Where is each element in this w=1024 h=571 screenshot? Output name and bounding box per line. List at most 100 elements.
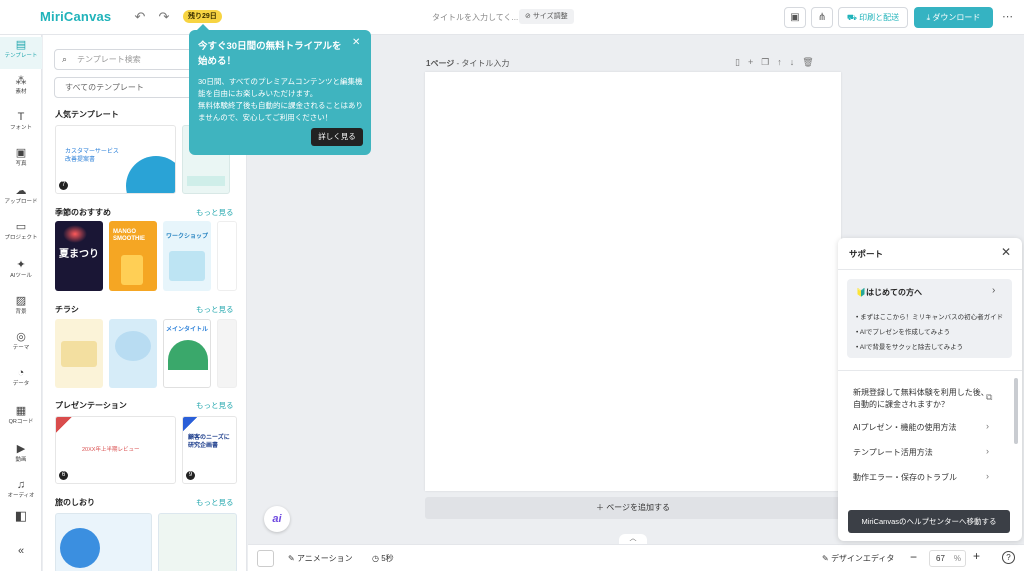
rail-item-audio[interactable]: ♫ オーディオ bbox=[0, 477, 42, 509]
design-page[interactable] bbox=[425, 72, 841, 491]
add-page-icon[interactable]: + bbox=[748, 57, 761, 67]
learn-more-button[interactable]: 詳しく見る bbox=[311, 128, 363, 146]
thumb-shape bbox=[60, 528, 100, 568]
chevron-right-icon: › bbox=[986, 446, 989, 456]
template-thumb[interactable] bbox=[55, 513, 152, 571]
template-thumb[interactable]: 顧客のニーズに 研究企画書 9 bbox=[182, 416, 237, 484]
template-thumb[interactable]: カスタマーサービス 改善提案書 7 bbox=[55, 125, 176, 194]
support-scrollbar[interactable] bbox=[1014, 378, 1018, 444]
template-thumb[interactable] bbox=[158, 513, 237, 571]
move-up-icon[interactable]: ↑ bbox=[777, 57, 790, 67]
close-icon[interactable]: ✕ bbox=[1001, 245, 1011, 259]
thumb-text: 夏まつり bbox=[59, 249, 99, 260]
save-icon: ▣ bbox=[790, 12, 800, 23]
template-thumb[interactable]: ワークショップ bbox=[163, 221, 211, 291]
zoom-in-icon[interactable]: + bbox=[973, 549, 980, 563]
rail-item-template[interactable]: ▤ テンプレート bbox=[0, 37, 42, 69]
move-down-icon[interactable]: ↓ bbox=[790, 57, 803, 67]
add-page-button[interactable]: ＋ ページを追加する bbox=[425, 497, 841, 519]
miricanvas-logo[interactable]: MiriCanvas bbox=[40, 9, 111, 24]
rail-item-background[interactable]: ▨ 背景 bbox=[0, 293, 42, 325]
template-icon: ▤ bbox=[15, 39, 27, 51]
save-status-button[interactable]: ▣ bbox=[784, 7, 806, 28]
title-input[interactable]: タイトルを入力してく... bbox=[432, 12, 518, 23]
thumb-text: MANGO SMOOTHIE bbox=[113, 229, 146, 242]
zoom-input[interactable]: 67% bbox=[929, 550, 966, 567]
resize-button[interactable]: ⊘ サイズ調整 bbox=[519, 9, 574, 24]
section-title-popular: 人気テンプレート bbox=[55, 110, 119, 119]
more-link-presentation[interactable]: もっと見る bbox=[196, 400, 234, 411]
undo-icon[interactable]: ↶ bbox=[132, 9, 148, 25]
rail-label: 素材 bbox=[15, 89, 27, 95]
book-icon: ◧ bbox=[14, 508, 28, 523]
section-title-presentation: プレゼンテーション bbox=[55, 401, 127, 410]
animation-button[interactable]: ✎ アニメーション bbox=[288, 553, 353, 564]
more-link-flyer[interactable]: もっと見る bbox=[196, 304, 234, 315]
rail-item-font[interactable]: T フォント bbox=[0, 109, 42, 141]
divider bbox=[838, 370, 1022, 371]
guide-bullet[interactable]: • まずはここから！ミリキャンバスの初心者ガイド bbox=[856, 311, 1003, 321]
download-button[interactable]: ⤓ ダウンロード bbox=[914, 7, 993, 28]
faq-item[interactable]: 新規登録して無料体験を利用した後、自動的に課金されますか？ bbox=[853, 387, 993, 411]
tooltip-body: 30日間、すべてのプレミアムコンテンツと編集機能を自由にお楽しみいただけます。 … bbox=[198, 77, 363, 122]
faq-item[interactable]: 動作エラー・保存のトラブル bbox=[853, 472, 993, 484]
template-thumb[interactable] bbox=[217, 319, 237, 388]
page-select-checkbox[interactable] bbox=[257, 550, 274, 567]
rail-item-elements[interactable]: ⁂ 素材 bbox=[0, 73, 42, 105]
rail-item-ai-tools[interactable]: ✦ AIツール bbox=[0, 257, 42, 289]
print-delivery-button[interactable]: ⛟ 印刷と配送 bbox=[838, 7, 908, 28]
memo-icon[interactable]: ▯ bbox=[735, 57, 748, 67]
duration-button[interactable]: ◷ 5秒 bbox=[372, 553, 394, 564]
page-label: 1ページ - タイトル入力 bbox=[426, 59, 510, 68]
beginner-guide-title: 🔰はじめての方へ bbox=[856, 288, 922, 297]
rail-item-qr[interactable]: ▦ QRコード bbox=[0, 403, 42, 435]
template-thumb[interactable]: 20XX年上半期レビュー 6 bbox=[55, 416, 176, 484]
top-bar: MiriCanvas ↶ ↷ 残り29日 タイトルを入力してく... ⊘ サイズ… bbox=[0, 0, 1024, 35]
rail-item-project[interactable]: ▭ プロジェクト bbox=[0, 219, 42, 251]
faq-item[interactable]: テンプレート活用方法 bbox=[853, 447, 993, 459]
duplicate-icon[interactable]: ❐ bbox=[761, 57, 777, 67]
template-thumb[interactable]: メインタイトル bbox=[163, 319, 211, 388]
more-link-travel[interactable]: もっと見る bbox=[196, 497, 234, 508]
guide-bullet[interactable]: • AIで背景をサクッと除去してみよう bbox=[856, 341, 963, 351]
ai-assistant-button[interactable]: ai bbox=[264, 506, 290, 532]
template-thumb[interactable] bbox=[217, 221, 237, 291]
beginner-guide-card[interactable]: 🔰はじめての方へ › • まずはここから！ミリキャンバスの初心者ガイド • AI… bbox=[847, 279, 1012, 358]
rail-item-theme[interactable]: ◎ テーマ bbox=[0, 329, 42, 361]
template-thumb[interactable]: MANGO SMOOTHIE bbox=[109, 221, 157, 291]
rail-item-upload[interactable]: ☁ アップロード bbox=[0, 183, 42, 215]
zoom-out-icon[interactable]: − bbox=[910, 550, 917, 564]
trial-tooltip: 今すぐ30日間の無料トライアルを始める！ ✕ 30日間、すべてのプレミアムコンテ… bbox=[189, 24, 371, 155]
template-count-badge: 7 bbox=[59, 181, 68, 190]
close-icon[interactable]: ✕ bbox=[352, 37, 360, 48]
app-window: MiriCanvas ↶ ↷ 残り29日 タイトルを入力してく... ⊘ サイズ… bbox=[0, 0, 1024, 571]
audio-icon: ♫ bbox=[16, 479, 26, 491]
rail-item-video[interactable]: ▶ 動画 bbox=[0, 441, 42, 473]
timer-icon: ◷ bbox=[372, 554, 382, 563]
chevron-up-icon[interactable]: ︿ bbox=[619, 534, 647, 544]
trial-days-badge[interactable]: 残り29日 bbox=[183, 10, 222, 23]
help-icon[interactable]: ? bbox=[1002, 551, 1015, 564]
guide-bullet[interactable]: • AIでプレゼンを作成してみよう bbox=[856, 326, 950, 336]
collapse-panel-icon[interactable]: « bbox=[0, 543, 42, 571]
template-thumb[interactable]: 夏まつり bbox=[55, 221, 103, 291]
redo-icon[interactable]: ↷ bbox=[156, 9, 172, 25]
rail-label: 動画 bbox=[15, 457, 27, 463]
help-center-button[interactable]: MiriCanvasのヘルプセンターへ移動する bbox=[848, 510, 1010, 533]
design-editor-button[interactable]: ✎ デザインエディタ bbox=[822, 553, 894, 564]
rail-item-photo[interactable]: ▣ 写真 bbox=[0, 145, 42, 177]
brand-kit-icon[interactable]: ◧ bbox=[0, 507, 42, 539]
page-title-input[interactable]: タイトル入力 bbox=[461, 59, 509, 68]
template-thumb[interactable] bbox=[55, 319, 103, 388]
share-button[interactable]: ⋔ bbox=[811, 7, 833, 28]
faq-item[interactable]: AIプレゼン・機能の使用方法 bbox=[853, 422, 993, 434]
template-thumb[interactable] bbox=[109, 319, 157, 388]
thumb-shape bbox=[169, 251, 205, 281]
delete-icon[interactable]: 🗑 bbox=[802, 57, 821, 67]
support-panel: サポート ✕ 🔰はじめての方へ › • まずはここから！ミリキャンバスの初心者ガ… bbox=[838, 238, 1022, 541]
support-title: サポート bbox=[849, 249, 884, 259]
rail-item-data[interactable]: ◔ データ bbox=[0, 365, 42, 397]
more-link-seasonal[interactable]: もっと見る bbox=[196, 207, 234, 218]
rail-label: オーディオ bbox=[7, 493, 35, 499]
more-menu-icon[interactable]: ⋯ bbox=[1002, 10, 1013, 23]
